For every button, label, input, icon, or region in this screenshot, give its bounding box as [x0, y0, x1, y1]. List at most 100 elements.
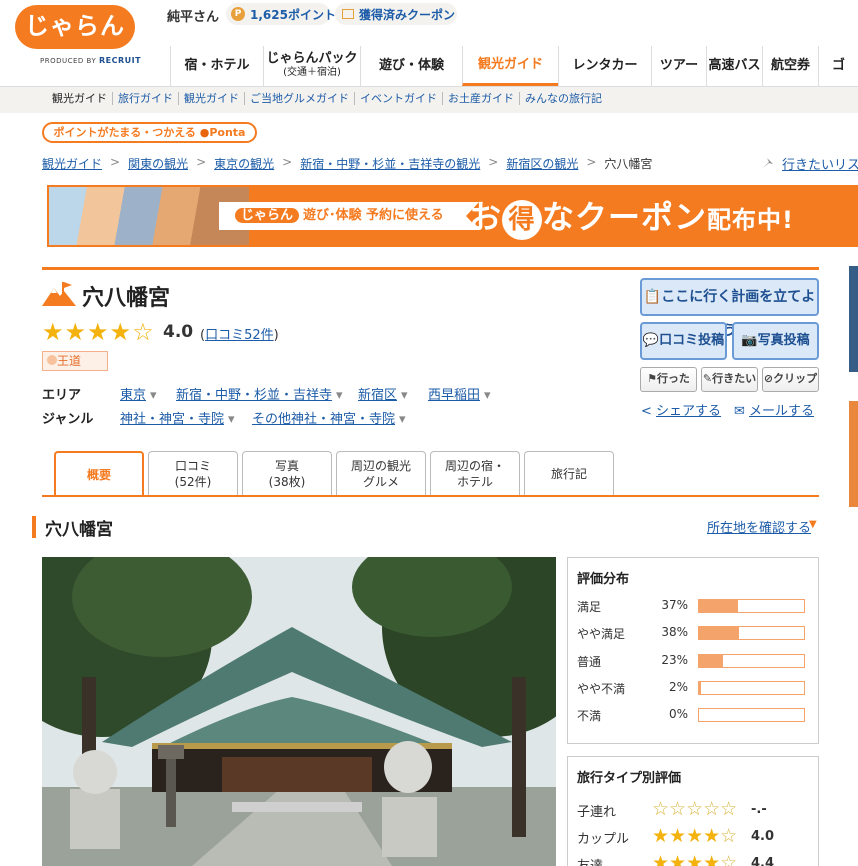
side-ad[interactable] — [849, 401, 858, 507]
section-rule — [42, 267, 819, 270]
dist-bar-fill — [699, 600, 738, 612]
tab-nearby-hotels[interactable]: 周辺の宿・ ホテル — [430, 451, 520, 495]
chevron-down-icon: ▼ — [809, 519, 817, 530]
pin-icon: ✎ — [702, 372, 713, 385]
area-link[interactable]: 新宿・中野・杉並・吉祥寺 — [176, 384, 343, 403]
breadcrumb-link[interactable]: 関東の観光 — [128, 155, 188, 172]
post-photo-button[interactable]: 📷写真投稿 — [732, 322, 819, 360]
genre-link[interactable]: 神社・神宮・寺院 — [120, 408, 235, 427]
travel-type-value: -.- — [751, 802, 767, 817]
travel-type-value: 4.4 — [751, 856, 775, 866]
dist-label: 不満 — [577, 709, 602, 723]
dist-percent: 37% — [661, 598, 688, 612]
rating-stars: ★★★★☆ — [42, 318, 155, 346]
badge-icon — [47, 355, 57, 365]
dist-label: やや不満 — [577, 682, 626, 696]
subnav-item[interactable]: ご当地グルメガイド — [244, 92, 354, 105]
points-link[interactable]: 1,625ポイント — [250, 6, 336, 23]
shrine-illustration — [42, 557, 556, 866]
logo-sub: PRODUCED BY RECRUIT — [40, 56, 142, 65]
breadcrumb-current: 穴八幡宮 — [604, 157, 653, 171]
area-link[interactable]: 東京 — [120, 384, 157, 403]
tab-nearby-sights[interactable]: 周辺の観光 グルメ — [336, 451, 426, 495]
travel-type-panel: 旅行タイプ別評価 子連れ ☆☆☆☆☆ -.- カップル ★★★★☆ 4.0 友達… — [567, 756, 819, 866]
coupons-link[interactable]: 獲得済みクーポン — [359, 6, 455, 23]
gnav-rentacar[interactable]: レンタカー — [558, 46, 651, 86]
spot-photo[interactable] — [42, 557, 556, 866]
dist-bar — [698, 681, 805, 695]
tab-rule — [42, 495, 819, 497]
reviews-count: (口コミ52件) — [200, 328, 279, 343]
camera-icon: 📷 — [741, 333, 758, 348]
speech-bubble-icon: 💬 — [642, 333, 660, 348]
dist-percent: 2% — [668, 680, 688, 694]
subnav-item[interactable]: 観光ガイド — [178, 92, 244, 105]
subnav-item[interactable]: 観光ガイド — [50, 92, 112, 105]
mountain-flag-icon — [42, 282, 76, 306]
area-link[interactable]: 新宿区 — [358, 384, 408, 403]
went-button[interactable]: ⚑行った — [640, 367, 697, 392]
rating-distribution-panel: 評価分布 満足 37% やや満足 38% 普通 23% やや不満 2% 不満 0… — [567, 557, 819, 744]
gnav-sightseeing[interactable]: 観光ガイド — [462, 46, 558, 86]
reviews-link[interactable]: 口コミ52件 — [205, 328, 274, 343]
coupon-banner[interactable]: じゃらん 遊び･体験 予約に使える お得なクーポン配布中! — [47, 185, 858, 247]
gnav-golf[interactable]: ゴ — [818, 46, 858, 86]
tab-travelogue[interactable]: 旅行記 — [524, 451, 614, 495]
genre-label: ジャンル — [42, 412, 94, 427]
dist-bar — [698, 708, 805, 722]
dist-percent: 38% — [661, 625, 688, 639]
gnav-bus[interactable]: 高速バス — [706, 46, 762, 86]
section-marker — [32, 516, 36, 538]
dist-bar-fill — [699, 655, 724, 667]
jalan-logo[interactable]: じゃらん — [15, 5, 135, 49]
subnav-item[interactable]: お土産ガイド — [442, 92, 519, 105]
coupon-icon — [342, 9, 354, 19]
dist-bar — [698, 626, 805, 640]
ponta-banner[interactable]: ポイントがたまる・つかえる ●Ponta — [42, 122, 257, 143]
rating-value: 4.0 — [163, 322, 194, 342]
dist-percent: 0% — [668, 707, 688, 721]
travel-type-label: 友達 — [577, 855, 603, 866]
panel-title: 評価分布 — [577, 572, 630, 587]
breadcrumb: 観光ガイド > 関東の観光 > 東京の観光 > 新宿・中野・杉並・吉祥寺の観光 > 新宿… — [42, 155, 653, 172]
clip-button[interactable]: ⊘クリップ — [762, 367, 819, 392]
post-review-button[interactable]: 💬口コミ投稿 — [640, 322, 727, 360]
share-link[interactable]: シェアする — [656, 404, 721, 419]
breadcrumb-link[interactable]: 東京の観光 — [214, 155, 274, 172]
breadcrumb-link[interactable]: 新宿区の観光 — [506, 155, 578, 172]
dist-percent: 23% — [661, 653, 688, 667]
tab-reviews[interactable]: 口コミ (52件) — [148, 451, 238, 495]
gnav-package[interactable]: じゃらんパック (交通＋宿泊) — [263, 46, 360, 86]
gnav-hotel[interactable]: 宿・ホテル — [170, 46, 263, 86]
want-to-go-button[interactable]: ✎行きたい — [701, 367, 758, 392]
subnav-item[interactable]: イベントガイド — [354, 92, 442, 105]
share: < シェアする — [641, 400, 721, 419]
spot-title: 穴八幡宮 — [82, 286, 171, 311]
gnav-air[interactable]: 航空券 — [762, 46, 818, 86]
travel-type-stars: ☆☆☆☆☆ — [652, 798, 738, 820]
dist-bar — [698, 599, 805, 613]
location-link[interactable]: 所在地を確認する — [707, 517, 811, 536]
dist-label: 普通 — [577, 655, 602, 669]
user-name[interactable]: 純平さん — [167, 6, 219, 25]
side-ad[interactable] — [849, 266, 858, 372]
travel-type-stars: ★★★★☆ — [652, 852, 738, 866]
wishlist-link[interactable]: 行きたいリス — [782, 154, 858, 173]
tab-overview[interactable]: 概要 — [54, 451, 144, 497]
breadcrumb-link[interactable]: 観光ガイド — [42, 155, 102, 172]
mail-link[interactable]: メールする — [749, 404, 814, 419]
gnav-tour[interactable]: ツアー — [651, 46, 706, 86]
genre-link[interactable]: その他神社・神宮・寺院 — [252, 408, 406, 427]
panel-title: 旅行タイプ別評価 — [577, 771, 682, 786]
gnav-activity[interactable]: 遊び・体験 — [360, 46, 462, 86]
area-link[interactable]: 西早稲田 — [428, 384, 491, 403]
dist-bar-fill — [699, 682, 702, 694]
breadcrumb-link[interactable]: 新宿・中野・杉並・吉祥寺の観光 — [300, 155, 480, 172]
subnav-item[interactable]: 旅行ガイド — [112, 92, 178, 105]
clip-icon: ⊘ — [763, 372, 774, 385]
subnav-item[interactable]: みんなの旅行記 — [519, 92, 607, 105]
tab-photos[interactable]: 写真 (38枚) — [242, 451, 332, 495]
dist-bar — [698, 654, 805, 668]
points-icon: P — [231, 7, 245, 21]
plan-trip-button[interactable]: 📋ここに行く計画を立てよう — [640, 278, 819, 339]
